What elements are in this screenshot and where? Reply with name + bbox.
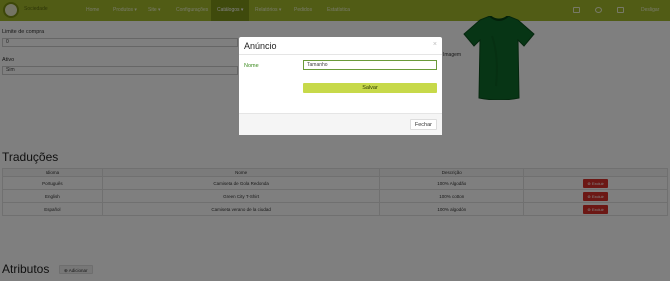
nome-label: Nome — [244, 63, 259, 69]
fechar-button[interactable]: Fechar — [409, 119, 437, 130]
nome-input[interactable]: Tamanho — [303, 60, 437, 70]
modal-footer: Fechar — [239, 113, 442, 135]
salvar-button[interactable]: Salvar — [303, 83, 437, 93]
close-icon[interactable]: × — [433, 41, 437, 48]
modal-header: Anúncio × — [239, 37, 442, 55]
anuncio-modal: Anúncio × Nome Tamanho Fechar Salvar — [239, 37, 442, 135]
modal-title: Anúncio — [244, 41, 277, 51]
